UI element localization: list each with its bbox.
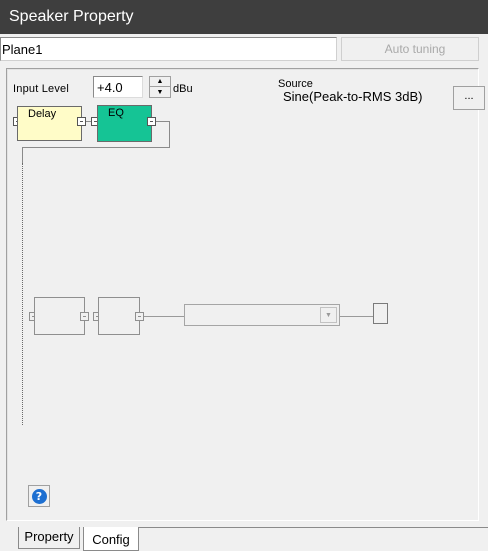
delay-block-label: Delay — [28, 108, 57, 120]
inactive-block-2 — [98, 297, 140, 335]
help-icon: ? — [31, 488, 47, 504]
inactive-block-1 — [34, 297, 85, 335]
spin-up-icon[interactable]: ▲ — [150, 77, 170, 87]
input-level-unit: dBu — [173, 83, 193, 95]
eq-out-port-icon — [147, 117, 156, 126]
connector-line — [169, 121, 170, 148]
connector-line — [22, 147, 23, 163]
auto-tuning-button[interactable]: Auto tuning — [341, 37, 479, 61]
connector-line — [22, 147, 170, 148]
window-title: Speaker Property — [0, 0, 488, 34]
connector-line — [156, 121, 170, 122]
input-level-field[interactable] — [93, 76, 143, 98]
input-level-spinner[interactable]: ▲ ▼ — [149, 76, 171, 98]
chevron-down-icon: ▼ — [320, 307, 337, 323]
connector-line — [144, 316, 185, 317]
output-select: ▼ — [184, 304, 340, 326]
eq-block-label: EQ — [108, 107, 124, 119]
return-path-line — [22, 163, 23, 425]
tab-strip-rule — [139, 527, 488, 528]
connector-line — [340, 316, 373, 317]
speaker-name-input[interactable] — [0, 37, 337, 61]
tab-config[interactable]: Config — [83, 527, 139, 551]
input-level-label: Input Level — [13, 83, 70, 95]
delay-block[interactable]: Delay — [17, 106, 82, 141]
help-button[interactable]: ? — [28, 485, 50, 507]
tab-property[interactable]: Property — [18, 527, 80, 549]
delay-out-port-icon — [77, 117, 86, 126]
source-browse-button[interactable]: ... — [453, 86, 485, 110]
inactive-port-icon — [80, 312, 89, 321]
source-value: Sine(Peak-to-RMS 3dB) — [283, 89, 423, 104]
spin-down-icon[interactable]: ▼ — [150, 87, 170, 97]
inactive-port-icon — [135, 312, 144, 321]
output-terminal — [373, 303, 388, 324]
eq-block[interactable]: EQ — [97, 105, 152, 142]
